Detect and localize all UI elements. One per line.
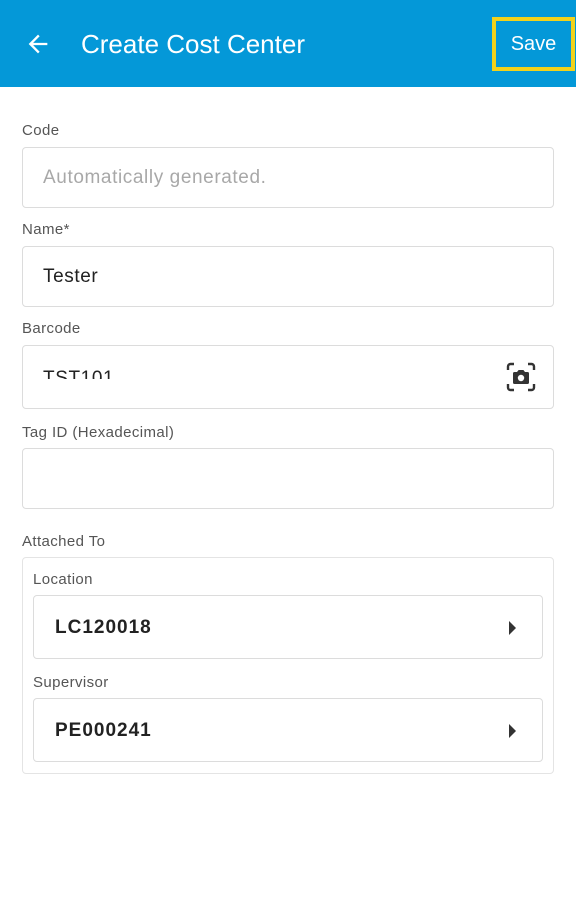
tag-id-input[interactable] — [43, 449, 503, 508]
attached-to-label: Attached To — [22, 533, 106, 550]
attached-to-group: Location LC120018 Supervisor PE000241 — [22, 557, 554, 774]
supervisor-selector[interactable]: PE000241 — [33, 698, 543, 762]
app-bar: Create Cost Center Save — [0, 0, 576, 87]
barcode-field[interactable]: TST101 — [22, 345, 554, 409]
barcode-value-clip: TST101 — [43, 370, 343, 379]
name-field-box — [22, 246, 554, 307]
name-input[interactable] — [43, 247, 503, 306]
code-input[interactable] — [43, 148, 503, 207]
arrow-left-icon — [28, 34, 48, 54]
location-label: Location — [33, 571, 93, 588]
caret-right-icon — [509, 621, 516, 635]
supervisor-label: Supervisor — [33, 674, 109, 691]
scan-barcode-button[interactable] — [505, 361, 537, 393]
save-button[interactable]: Save — [492, 17, 575, 71]
back-button[interactable] — [18, 24, 58, 64]
code-field-box — [22, 147, 554, 208]
barcode-value: TST101 — [43, 370, 114, 379]
tag-id-field-box — [22, 448, 554, 509]
camera-scan-icon — [506, 362, 536, 392]
barcode-label: Barcode — [22, 320, 81, 337]
name-label: Name* — [22, 221, 70, 238]
location-selector[interactable]: LC120018 — [33, 595, 543, 659]
page-title: Create Cost Center — [81, 29, 305, 59]
tag-id-label: Tag ID (Hexadecimal) — [22, 424, 175, 441]
location-value: LC120018 — [55, 617, 152, 638]
caret-right-icon — [509, 724, 516, 738]
supervisor-value: PE000241 — [55, 720, 152, 741]
code-label: Code — [22, 122, 60, 139]
